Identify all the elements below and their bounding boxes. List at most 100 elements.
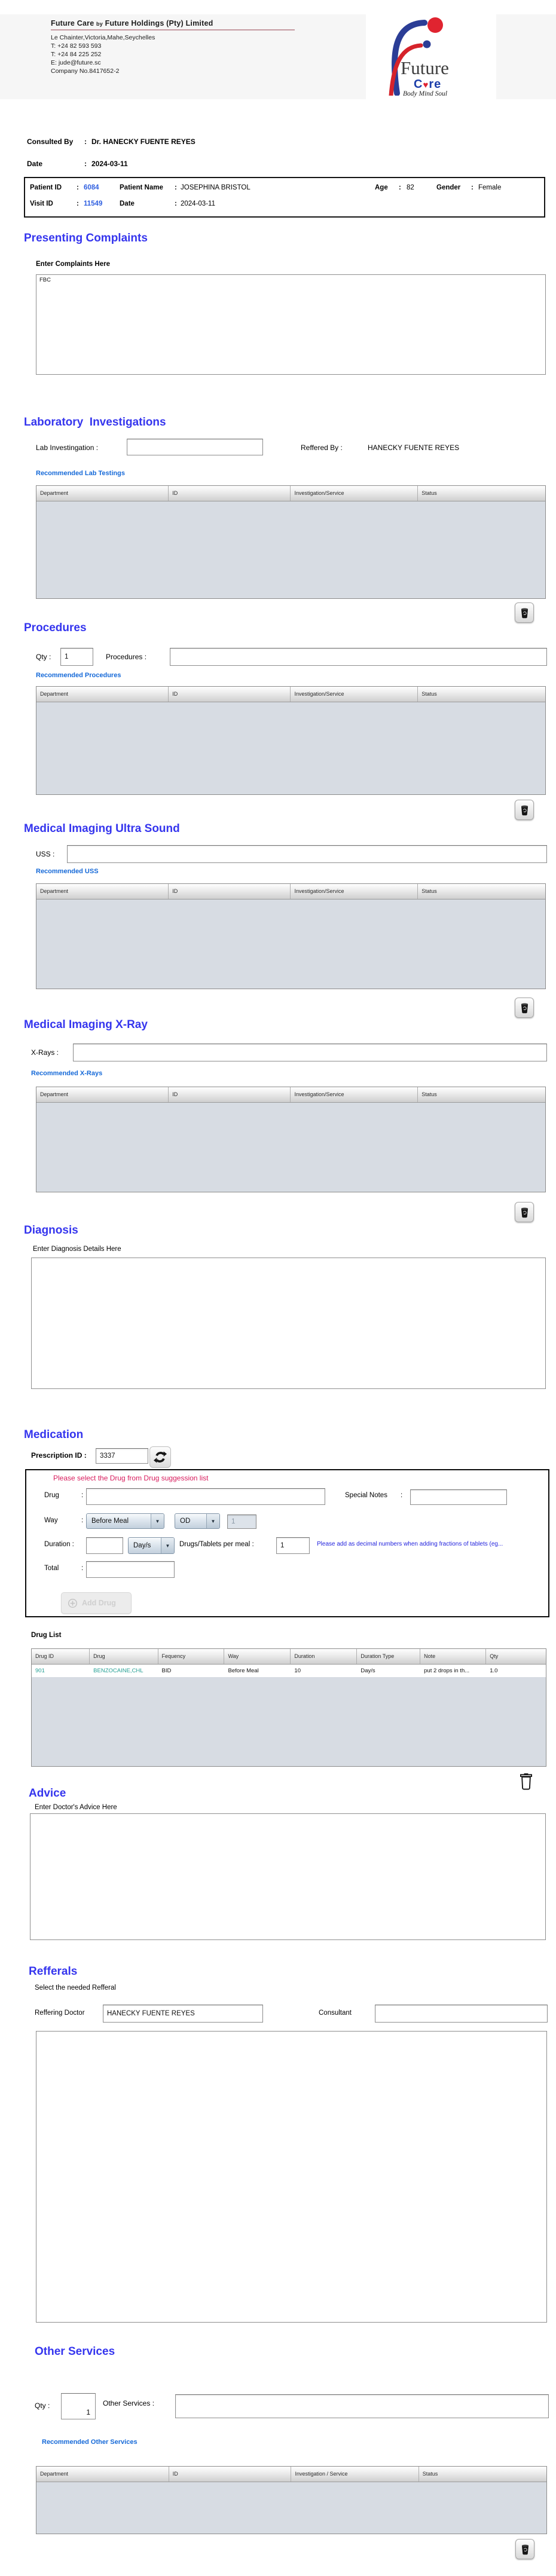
table-header-row: Department ID Investigation/Service Status [36,1087,545,1103]
meal-select[interactable]: Before Meal ▼ [86,1513,164,1529]
column-header: Qty [490,1653,499,1659]
reffering-doctor-label: Reffering Doctor [35,2009,85,2017]
refresh-prescription-button[interactable] [149,1446,171,1468]
clear-procedures-button[interactable] [515,800,534,820]
logo-care-c: C [414,78,423,91]
xray-title: Medical Imaging X-Ray [24,1018,148,1031]
clear-lab-button[interactable] [515,602,534,623]
other-services-input[interactable] [175,2394,549,2418]
lab-investigation-label: Lab Investingation : [36,443,99,452]
table-body [36,2482,546,2534]
company-name: Future Care by Future Holdings (Pty) Lim… [51,19,314,27]
company-name-main: Future Care [51,19,94,27]
chevron-down-icon: ▼ [161,1538,174,1553]
frequency-select[interactable]: OD ▼ [175,1513,220,1529]
drug-entry-box: Please select the Drug from Drug suggess… [25,1469,549,1617]
recommended-other-table[interactable]: Department ID Investigation / Service Statu… [36,2466,547,2534]
column-header: Status [421,691,437,697]
refferals-title: Refferals [29,1965,78,1978]
other-qty-label: Qty : [35,2401,50,2410]
uss-input[interactable] [67,845,547,863]
other-qty-input[interactable]: 1 [61,2393,96,2419]
date-line: Date:2024-03-11 [27,160,128,168]
reffering-doctor-input[interactable] [103,2005,263,2023]
procedures-input[interactable] [170,648,547,666]
other-services-title: Other Services [35,2345,115,2358]
table-cell: 901 [35,1668,45,1674]
column-header: Department [36,2467,169,2482]
table-body [36,501,545,598]
clear-xray-button[interactable] [515,1202,534,1222]
column-header: Investigation/Service [291,486,418,501]
recommended-lab-label: Recommended Lab Testings [36,470,125,477]
table-header-row: Department ID Investigation/Service Status [36,884,545,900]
column-header: Fequency [158,1649,225,1664]
trash-outline-icon [520,1773,532,1790]
column-header: Investigation/Service [291,1087,418,1102]
column-header: ID [169,2467,292,2482]
column-header: ID [169,486,291,501]
table-row[interactable]: 901 BENZOCAINE,CHL BID Before Meal 10 Day/s pu… [32,1665,546,1677]
lab-investigation-input[interactable] [127,439,263,455]
colon: : [77,200,79,207]
frequency-select-value: OD [180,1518,191,1525]
company-number: Company No.8417652-2 [51,68,120,75]
reffered-by-label: Reffered By : [301,443,343,452]
recommended-xrays-table[interactable]: Department ID Investigation/Service Status [36,1087,546,1192]
table-header-row: Department ID Investigation / Service Statu… [36,2467,546,2482]
company-block: Future Care by Future Holdings (Pty) Lim… [51,19,314,75]
consultant-input[interactable] [375,2005,548,2023]
table-body [36,702,545,794]
per-meal-input[interactable] [276,1537,310,1554]
patient-id-value: 6084 [84,184,99,191]
future-care-logo: Future C♥re Body Mind Soul [366,14,496,99]
special-notes-label: Special Notes [345,1492,387,1499]
colon: : [401,1492,403,1499]
duration-input[interactable] [86,1537,123,1554]
procedures-qty-input[interactable] [60,648,93,666]
clear-advice-button[interactable] [518,1772,536,1792]
duration-unit-select[interactable]: Day/s ▼ [128,1537,175,1554]
column-header: Status [421,490,437,496]
consultant-label: Consultant [319,2009,352,2017]
drug-label: Drug [44,1492,59,1499]
trash-icon [521,1207,528,1218]
colon: : [175,184,177,191]
chevron-down-icon: ▼ [206,1514,219,1528]
reffered-by-value: HANECKY FUENTE REYES [368,443,460,452]
advice-textarea[interactable] [30,1813,546,1940]
procedures-qty-label: Qty : [36,653,51,661]
company-phone1: T: +24 82 593 593 [51,42,102,50]
date-value: 2024-03-11 [91,160,128,168]
recommended-lab-table[interactable]: Department ID Investigation/Service Status [36,485,546,599]
recommended-uss-table[interactable]: Department ID Investigation/Service Status [36,883,546,989]
plus-circle-icon [68,1598,77,1608]
date-label: Date [27,160,43,168]
column-header: Duration Type [357,1649,421,1664]
recommended-procedures-table[interactable]: Department ID Investigation/Service Status [36,686,546,795]
drug-list-table[interactable]: Drug ID Drug Fequency Way Duration Duration T… [31,1648,546,1767]
recommended-procedures-label: Recommended Procedures [36,672,121,679]
table-body [36,1103,545,1192]
clear-uss-button[interactable] [515,998,534,1018]
add-drug-button[interactable]: Add Drug [61,1592,132,1614]
total-input[interactable] [86,1561,175,1578]
column-header: Investigation/Service [291,884,418,899]
complaints-textarea[interactable] [36,274,546,375]
column-header: Status [421,888,437,894]
medication-title: Medication [24,1428,84,1441]
duration-unit-value: Day/s [133,1542,151,1549]
prescription-id-input[interactable] [96,1448,148,1464]
company-name-by: by [96,21,103,27]
column-header: ID [169,1087,291,1102]
special-notes-input[interactable] [410,1489,507,1505]
refferal-listbox[interactable] [36,2031,547,2323]
colon: : [471,184,473,191]
xrays-input[interactable] [73,1044,547,1061]
column-header: Note [420,1649,487,1664]
drug-input[interactable] [86,1488,325,1505]
clear-other-services-button[interactable] [515,2539,534,2559]
gender-label: Gender [436,184,461,191]
diagnosis-textarea[interactable] [31,1258,546,1389]
colon: : [84,160,87,168]
